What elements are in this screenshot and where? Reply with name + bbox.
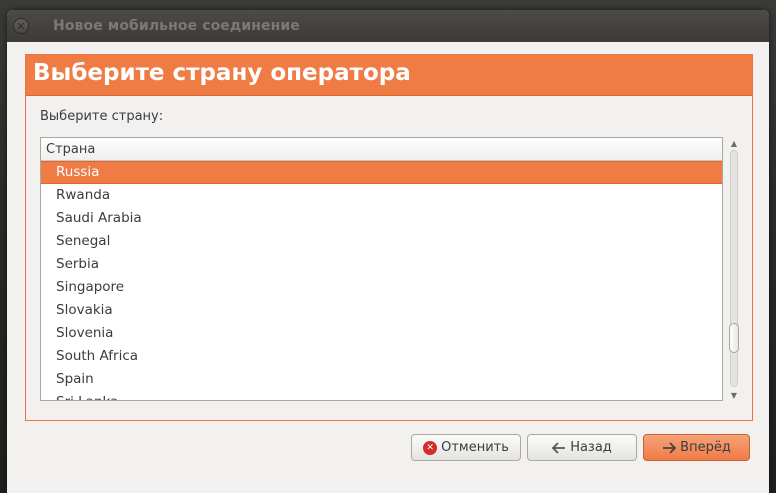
column-header-label: Страна [46, 142, 96, 157]
content-frame: Выберите страну оператора Выберите стран… [25, 54, 753, 421]
page-title: Выберите страну оператора [33, 60, 411, 86]
list-item[interactable]: Sri Lanka [41, 391, 722, 400]
arrow-left-icon [552, 441, 566, 454]
scroll-down-arrow-icon[interactable]: ▼ [727, 389, 741, 401]
list-item[interactable]: Serbia [41, 253, 722, 276]
list-item[interactable]: Singapore [41, 276, 722, 299]
list-item[interactable]: Senegal [41, 230, 722, 253]
cancel-icon: ✕ [423, 440, 438, 455]
close-icon: ✕ [16, 19, 26, 33]
list-item[interactable]: Saudi Arabia [41, 207, 722, 230]
list-column-header[interactable]: Страна [41, 138, 722, 161]
cancel-button-label: Отменить [441, 440, 509, 455]
back-button-label: Назад [570, 440, 612, 455]
country-list[interactable]: Страна Russia Rwanda Saudi Arabia Senega… [40, 137, 723, 401]
titlebar: ✕ Новое мобильное соединение [7, 10, 769, 42]
dialog-window: ✕ Новое мобильное соединение Выберите ст… [7, 10, 769, 493]
arrow-right-icon [662, 441, 677, 454]
cancel-button[interactable]: ✕ Отменить [411, 434, 521, 461]
list-item-selected[interactable]: Russia [41, 161, 722, 184]
list-item[interactable]: Slovenia [41, 322, 722, 345]
list-item[interactable]: Rwanda [41, 184, 722, 207]
scroll-up-arrow-icon[interactable]: ▲ [727, 137, 741, 149]
scroll-thumb[interactable] [729, 323, 739, 353]
forward-button-label: Вперёд [680, 440, 731, 455]
close-button[interactable]: ✕ [13, 18, 29, 34]
forward-button[interactable]: Вперёд [643, 434, 750, 461]
list-scrollbar[interactable]: ▲ ▼ [727, 137, 741, 401]
country-prompt-label: Выберите страну: [40, 109, 164, 124]
list-item[interactable]: South Africa [41, 345, 722, 368]
list-item[interactable]: Spain [41, 368, 722, 391]
page-header: Выберите страну оператора [26, 55, 752, 96]
window-title: Новое мобильное соединение [53, 18, 300, 34]
list-item[interactable]: Slovakia [41, 299, 722, 322]
back-button[interactable]: Назад [527, 434, 637, 461]
